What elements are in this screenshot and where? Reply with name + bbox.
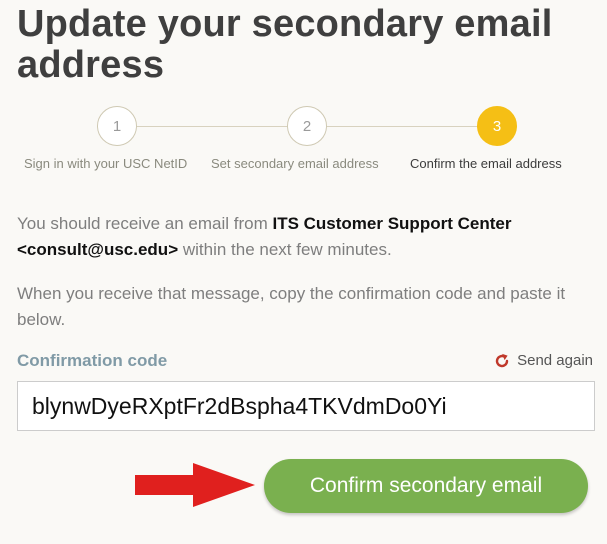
sender-name: ITS Customer Support Center xyxy=(272,214,512,233)
step-1-label: Sign in with your USC NetID xyxy=(24,156,188,171)
send-again-link[interactable]: Send again xyxy=(494,352,593,369)
message-text: You should receive an email from xyxy=(17,214,273,233)
email-sent-message: You should receive an email from ITS Cus… xyxy=(17,211,597,263)
instruction-text: When you receive that message, copy the … xyxy=(17,284,566,329)
step-2-circle: 2 xyxy=(287,106,327,146)
step-3-label: Confirm the email address xyxy=(410,156,562,171)
right-arrow-icon xyxy=(135,463,255,507)
step-connector xyxy=(327,126,477,127)
step-1-circle: 1 xyxy=(97,106,137,146)
message-text: within the next few minutes. xyxy=(178,240,392,259)
send-again-label: Send again xyxy=(517,352,593,369)
refresh-icon xyxy=(495,353,509,367)
confirmation-code-input[interactable] xyxy=(17,381,595,431)
progress-stepper: 1 2 3 Sign in with your USC NetID Set se… xyxy=(0,104,607,184)
confirm-secondary-email-button[interactable]: Confirm secondary email xyxy=(264,459,588,513)
step-connector xyxy=(137,126,287,127)
page-title: Update your secondary email address xyxy=(17,3,553,86)
page: Update your secondary email address 1 2 … xyxy=(0,0,607,544)
step-3-circle: 3 xyxy=(477,106,517,146)
step-2-label: Set secondary email address xyxy=(211,156,379,171)
confirmation-code-label: Confirmation code xyxy=(17,351,168,370)
sender-address: <consult@usc.edu> xyxy=(17,240,179,259)
